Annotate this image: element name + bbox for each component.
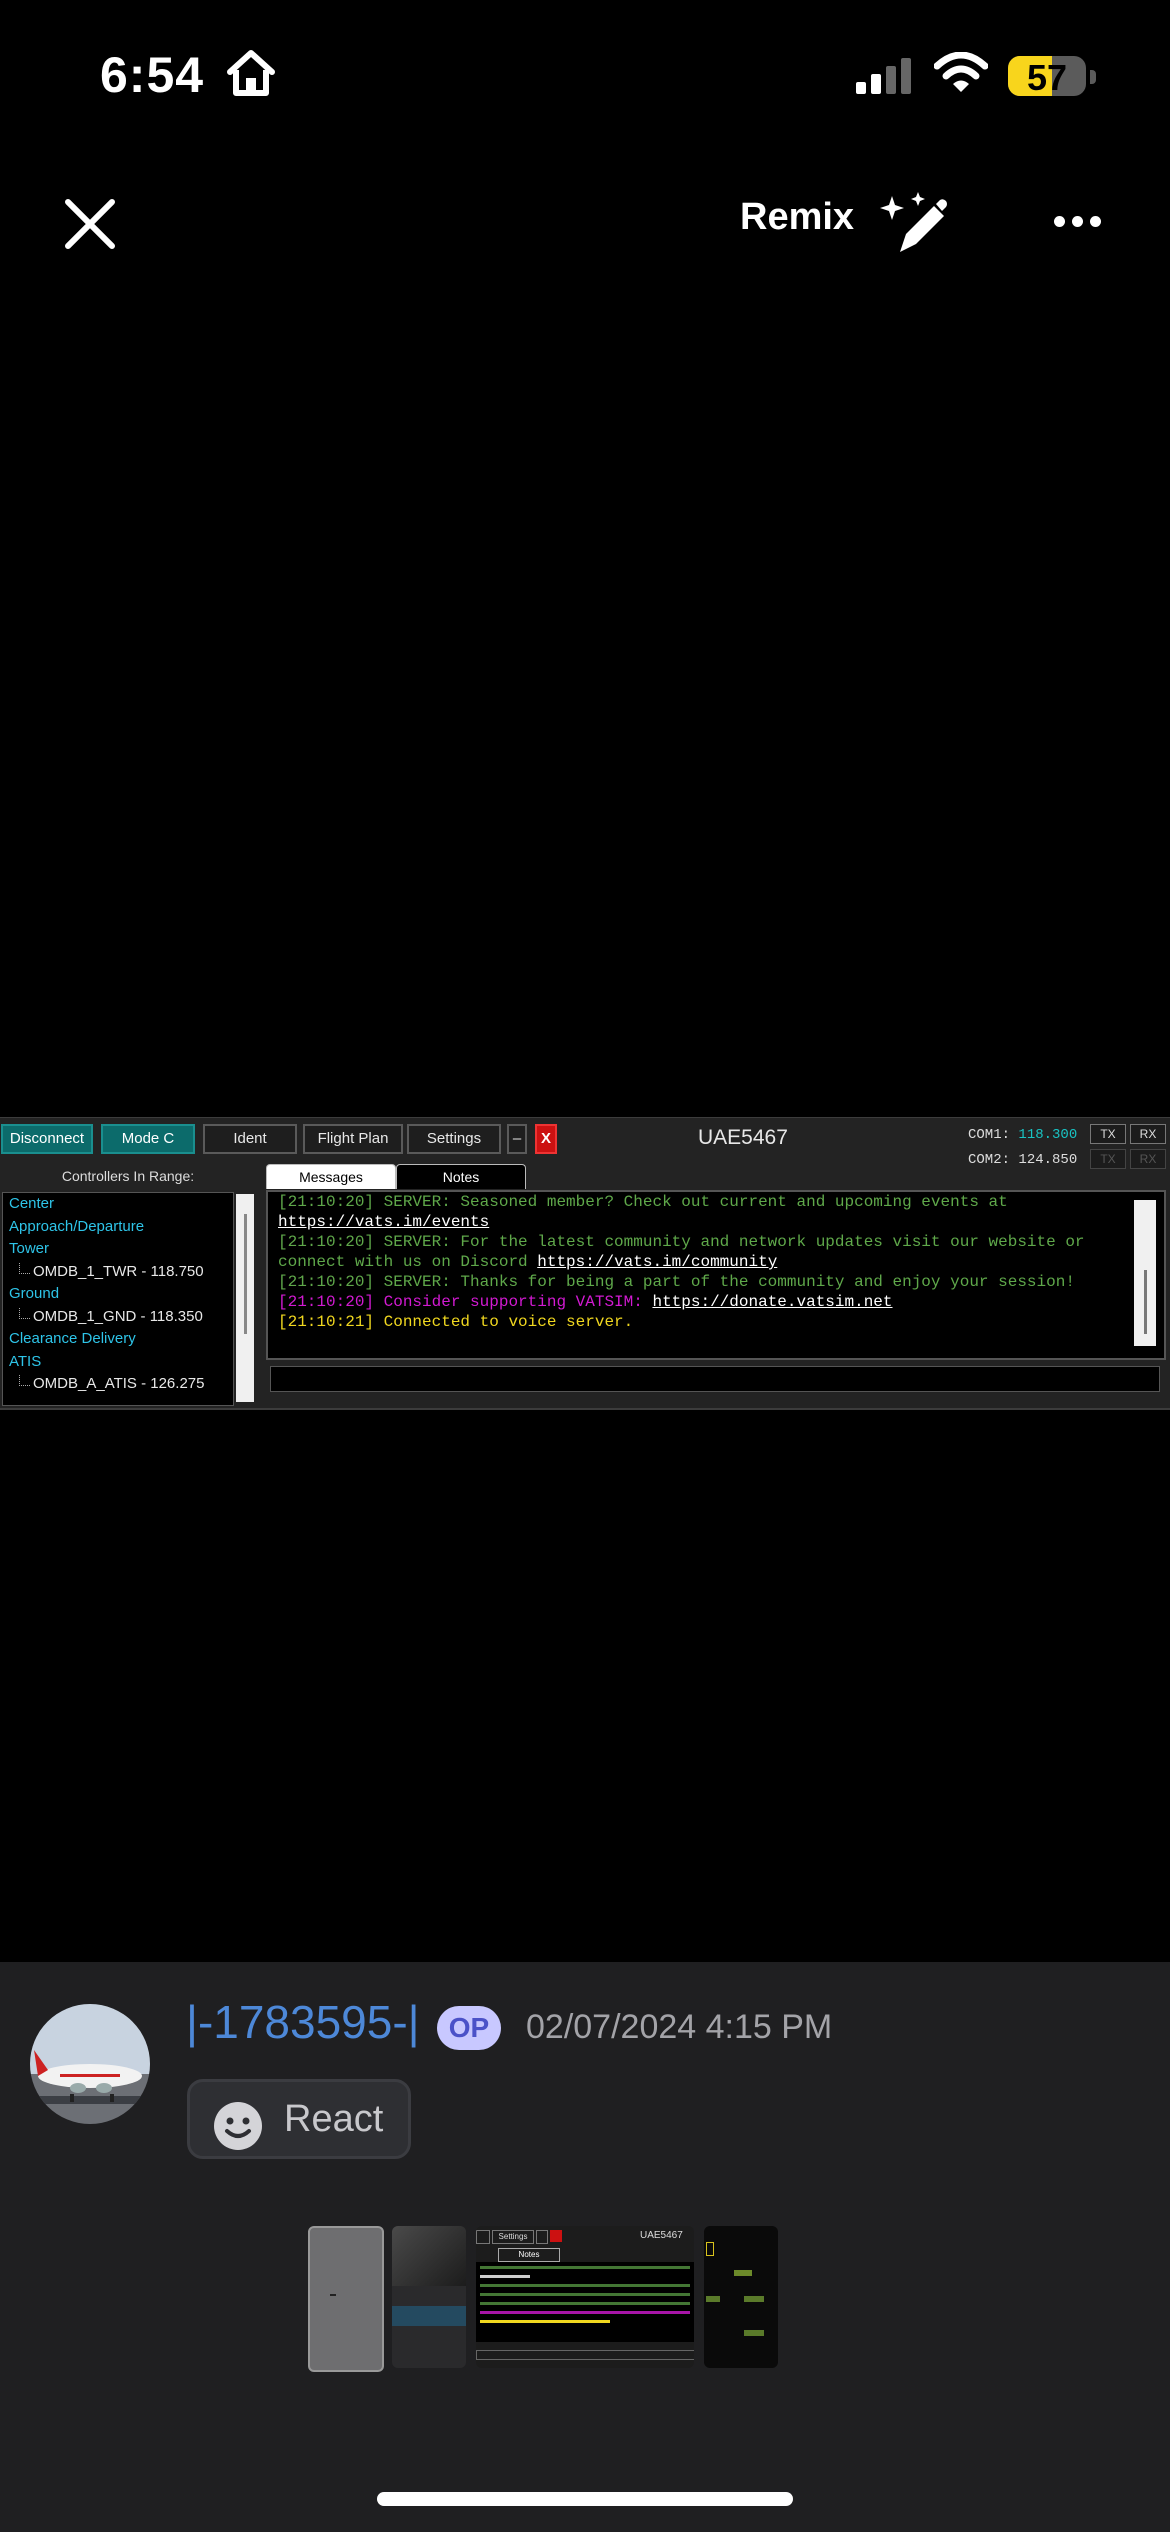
avatar[interactable] — [30, 2004, 150, 2124]
com1-rx-button[interactable]: RX — [1130, 1124, 1166, 1144]
disconnect-button[interactable]: Disconnect — [1, 1124, 93, 1154]
thumbnail-1[interactable] — [308, 2226, 384, 2372]
tab-messages[interactable]: Messages — [266, 1164, 396, 1189]
com2-frequency: 124.850 — [1018, 1152, 1078, 1168]
username[interactable]: |-1783595-| — [186, 1995, 420, 2049]
vpilot-window-image: Disconnect Mode C Ident Flight Plan Sett… — [0, 1117, 1170, 1410]
tree-station-ground[interactable]: OMDB_1_GND - 118.350 — [3, 1306, 233, 1329]
community-link[interactable]: https://vats.im/community — [537, 1253, 777, 1271]
com2-rx-button[interactable]: RX — [1130, 1149, 1166, 1169]
tree-category-tower[interactable]: Tower — [3, 1238, 233, 1261]
ident-button[interactable]: Ident — [203, 1124, 297, 1154]
more-options-icon[interactable] — [1054, 212, 1102, 232]
thumbnail-notes-tab: Notes — [498, 2248, 560, 2262]
thumbnail-4[interactable] — [704, 2226, 778, 2368]
battery-tip — [1090, 70, 1096, 84]
com2-readout: COM2: 124.850 — [968, 1152, 1078, 1168]
message-line: [21:10:21] Connected to voice server. — [278, 1313, 634, 1331]
tree-category-ground[interactable]: Ground — [3, 1283, 233, 1306]
thumbnail-2[interactable] — [392, 2226, 466, 2368]
emoji-face-icon — [214, 2102, 262, 2150]
tree-category-approach[interactable]: Approach/Departure — [3, 1216, 233, 1239]
thumbnail-callsign: UAE5467 — [640, 2230, 683, 2241]
wifi-icon — [934, 52, 988, 92]
com1-tx-button[interactable]: TX — [1090, 1124, 1126, 1144]
events-link[interactable]: https://vats.im/events — [278, 1213, 489, 1231]
thumbnail-settings-label: Settings — [492, 2230, 534, 2244]
controllers-list: Center Approach/Departure Tower OMDB_1_T… — [2, 1192, 234, 1406]
controllers-in-range-label: Controllers In Range: — [61, 1168, 195, 1184]
battery-icon: 57 — [1008, 56, 1086, 96]
battery-level: 57 — [1026, 57, 1068, 96]
tree-station-tower[interactable]: OMDB_1_TWR - 118.750 — [3, 1261, 233, 1284]
message-input[interactable] — [270, 1366, 1160, 1392]
airplane-avatar-image — [30, 2004, 150, 2124]
op-badge: OP — [437, 2006, 501, 2050]
com1-readout: COM1: 118.300 — [968, 1127, 1078, 1143]
clock: 6:54 — [100, 47, 205, 103]
messages-panel: [21:10:20] SERVER: Seasoned member? Chec… — [266, 1190, 1166, 1360]
controllers-scrollbar[interactable] — [236, 1194, 254, 1402]
message-line: [21:10:20] SERVER: Seasoned member? Chec… — [278, 1193, 1008, 1231]
com1-frequency: 118.300 — [1018, 1127, 1078, 1143]
message-line: [21:10:20] Consider supporting VATSIM: h… — [278, 1293, 893, 1311]
tree-station-atis[interactable]: OMDB_A_ATIS - 126.275 — [3, 1373, 233, 1396]
home-indicator[interactable] — [377, 2492, 793, 2506]
magic-pencil-icon[interactable] — [878, 190, 950, 256]
tab-notes[interactable]: Notes — [396, 1164, 526, 1189]
donate-link[interactable]: https://donate.vatsim.net — [652, 1293, 892, 1311]
close-window-button[interactable]: X — [535, 1124, 557, 1154]
status-bar: 6:54 57 — [0, 0, 1170, 150]
thumbnail-3-selected[interactable]: Settings UAE5467 Notes — [476, 2226, 694, 2368]
cellular-signal-icon — [856, 58, 911, 94]
react-label: React — [284, 2098, 384, 2140]
message-line: [21:10:20] SERVER: For the latest commun… — [278, 1233, 1095, 1271]
react-button[interactable]: React — [187, 2079, 411, 2159]
minimize-button[interactable]: – — [507, 1124, 527, 1154]
message-line: [21:10:20] SERVER: Thanks for being a pa… — [278, 1273, 1075, 1291]
messages-scrollbar[interactable] — [1134, 1200, 1156, 1346]
home-icon — [227, 50, 275, 96]
mode-c-button[interactable]: Mode C — [101, 1124, 195, 1154]
com2-tx-button[interactable]: TX — [1090, 1149, 1126, 1169]
settings-button[interactable]: Settings — [407, 1124, 501, 1154]
tree-category-atis[interactable]: ATIS — [3, 1351, 233, 1374]
remix-button[interactable]: Remix — [740, 196, 854, 239]
callsign: UAE5467 — [698, 1126, 788, 1149]
flight-plan-button[interactable]: Flight Plan — [303, 1124, 403, 1154]
tree-category-clearance[interactable]: Clearance Delivery — [3, 1328, 233, 1351]
post-timestamp: 02/07/2024 4:15 PM — [526, 2008, 833, 2046]
tree-category-center[interactable]: Center — [3, 1193, 233, 1216]
close-icon[interactable] — [62, 196, 118, 252]
